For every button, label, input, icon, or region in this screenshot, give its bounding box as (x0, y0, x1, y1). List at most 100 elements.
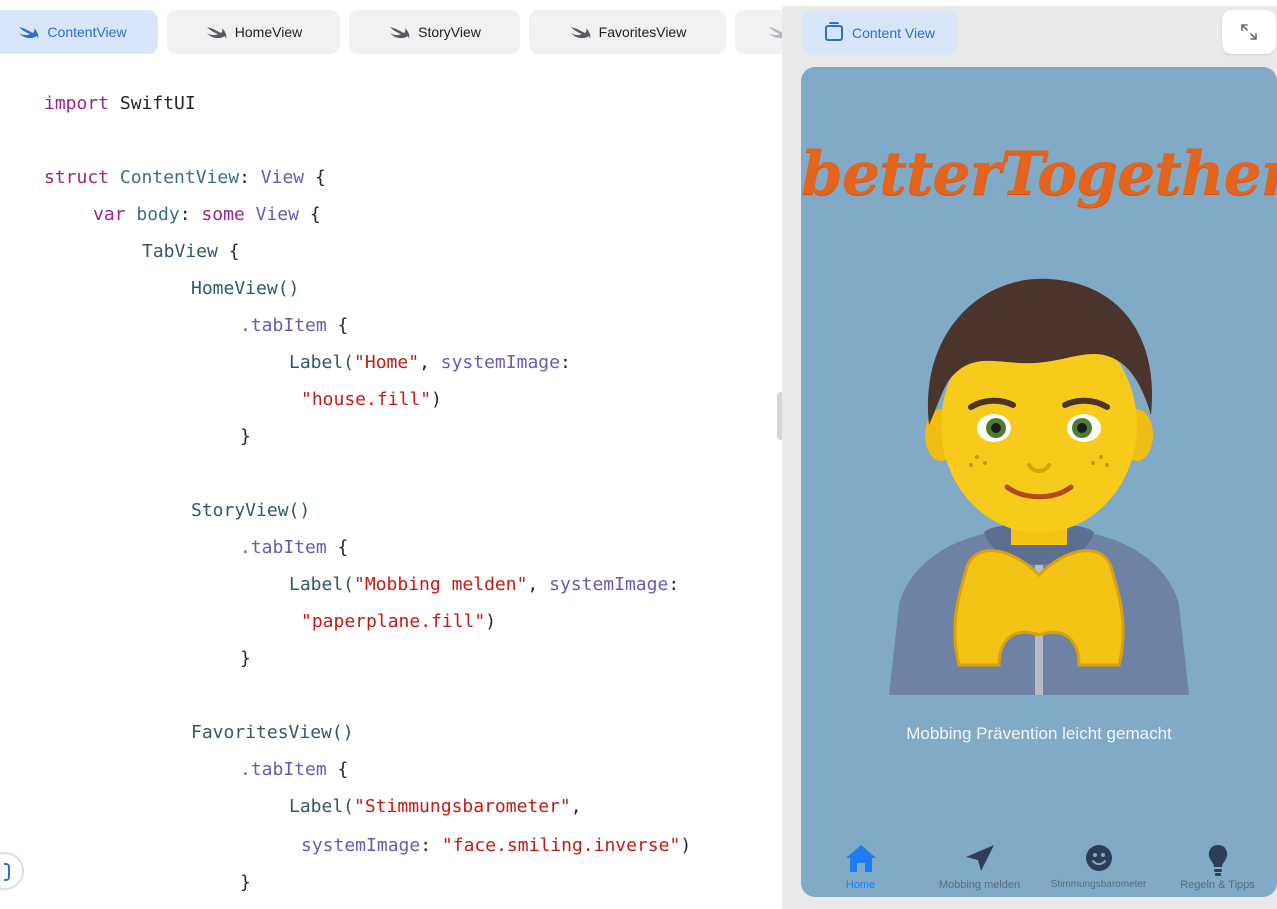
file-tab-label: HomeView (234, 24, 303, 40)
code-line: Label("Stimmungsbarometer", (289, 796, 582, 817)
code-line: "paperplane.fill") (301, 611, 496, 632)
punctuation: { (337, 315, 349, 336)
file-tab-homeview[interactable]: HomeView (167, 10, 340, 54)
string-literal: "Mobbing melden" (354, 574, 528, 595)
punctuation: : (179, 204, 191, 225)
punctuation: : (420, 835, 432, 856)
function-call: HomeView() (191, 278, 300, 299)
swift-icon (388, 24, 410, 40)
file-tab-bar: ContentView HomeView StoryView Favorites… (0, 10, 782, 56)
string-literal: "Stimmungsbarometer" (354, 796, 571, 817)
code-editor[interactable]: ContentView HomeView StoryView Favorites… (0, 0, 782, 909)
punctuation: , (527, 574, 539, 595)
preview-tab-label: Content View (851, 25, 935, 41)
code-text[interactable]: import SwiftUI struct ContentView: View … (44, 86, 691, 893)
app-tab-label: Mobbing melden (938, 879, 1021, 891)
app-tagline: Mobbing Prävention leicht gemacht (906, 724, 1172, 743)
string-literal: "Home" (354, 352, 420, 373)
app-tab-regeln-tipps[interactable]: Regeln & Tipps (1158, 837, 1277, 897)
code-line: Label("Mobbing melden", systemImage: (289, 574, 679, 595)
code-line: } (240, 648, 251, 669)
punctuation: ) (485, 611, 497, 632)
file-tab-favoritesview[interactable]: FavoritesView (529, 10, 726, 54)
app-tab-label: Regeln & Tipps (1180, 879, 1255, 891)
type-name: View (255, 204, 299, 225)
file-tab-label: StoryView (418, 24, 481, 40)
swift-icon (569, 24, 591, 40)
code-line: struct ContentView: View { (44, 167, 326, 188)
type-name: TabView (142, 241, 218, 262)
gutter-toggle-button[interactable] (0, 852, 24, 890)
parameter-label: systemImage (440, 352, 560, 373)
code-line: Label("Home", systemImage: (289, 352, 571, 373)
preview-tab-contentview[interactable]: Content View (802, 11, 958, 55)
bracket-icon (4, 863, 10, 881)
punctuation: ) (680, 835, 692, 856)
app-tab-home[interactable]: Home (801, 837, 920, 897)
keyword: struct (44, 167, 110, 188)
modifier: .tabItem (240, 537, 327, 558)
type-name: View (260, 167, 305, 188)
punctuation: : (668, 574, 680, 595)
app-tab-stimmungsbarometer[interactable]: Stimmungsbarometer (1039, 837, 1158, 897)
swift-icon (17, 24, 39, 40)
parameter-label: systemImage (549, 574, 669, 595)
code-line: TabView { (142, 241, 240, 262)
file-tab-contentview[interactable]: ContentView (0, 10, 158, 54)
type-name: ContentView (119, 167, 240, 188)
punctuation: , (419, 352, 430, 373)
code-line: .tabItem { (240, 315, 348, 336)
code-line: import SwiftUI (44, 93, 196, 114)
parameter-label: systemImage (301, 835, 421, 856)
face-smiling-inverse-icon (1085, 845, 1112, 871)
file-tab-label: FavoritesView (598, 24, 687, 40)
keyword: some (201, 204, 245, 225)
punctuation: { (314, 167, 326, 188)
punctuation: { (337, 537, 349, 558)
keyword: var (93, 204, 126, 225)
expand-preview-button[interactable] (1222, 10, 1276, 54)
arrow-expand-icon (1241, 24, 1257, 40)
code-line: HomeView() (191, 278, 299, 299)
modifier: .tabItem (240, 315, 327, 336)
punctuation: } (240, 426, 251, 447)
function-call: Label( (289, 796, 355, 817)
app-tab-mobbing-melden[interactable]: Mobbing melden (920, 837, 1039, 897)
file-tab-overflow[interactable] (735, 10, 782, 54)
punctuation: } (240, 648, 251, 669)
lightbulb-fill-icon (1208, 845, 1227, 876)
app-tab-bar: Home Mobbing melden Stimmungsbarometer R… (801, 837, 1277, 897)
file-tab-label: ContentView (47, 24, 127, 40)
preview-icon (824, 22, 843, 41)
punctuation: : (239, 167, 250, 188)
function-call: FavoritesView() (191, 722, 354, 743)
paperplane-fill-icon (965, 845, 994, 871)
app-tab-label: Home (845, 879, 876, 891)
property-name: body (136, 204, 180, 225)
string-literal: "house.fill" (301, 389, 432, 410)
function-call: Label( (289, 352, 355, 373)
punctuation: { (337, 759, 349, 780)
device-preview: betterTogether Mobbing Prävention leicht… (801, 67, 1277, 897)
file-tab-storyview[interactable]: StoryView (349, 10, 520, 54)
punctuation: { (309, 204, 321, 225)
app-tab-label: Stimmungsbarometer (1050, 879, 1147, 890)
code-line: StoryView() (191, 500, 310, 521)
punctuation: { (228, 241, 240, 262)
function-call: Label( (289, 574, 355, 595)
code-line: .tabItem { (240, 537, 348, 558)
house-fill-icon (845, 845, 876, 872)
function-call: StoryView() (191, 500, 311, 521)
swift-icon (767, 24, 782, 40)
preview-canvas: Content View betterTogether Mobbing Präv… (782, 6, 1277, 909)
memoji-heart-image (889, 278, 1189, 695)
punctuation: ) (431, 389, 442, 410)
code-line: var body: some View { (93, 204, 321, 225)
app-logo: betterTogether (801, 139, 1277, 209)
code-line: } (240, 872, 251, 893)
code-line: systemImage: "face.smiling.inverse") (301, 835, 691, 856)
modifier: .tabItem (240, 759, 327, 780)
punctuation: : (559, 352, 571, 373)
string-literal: "paperplane.fill" (301, 611, 486, 632)
code-line: } (240, 426, 251, 447)
